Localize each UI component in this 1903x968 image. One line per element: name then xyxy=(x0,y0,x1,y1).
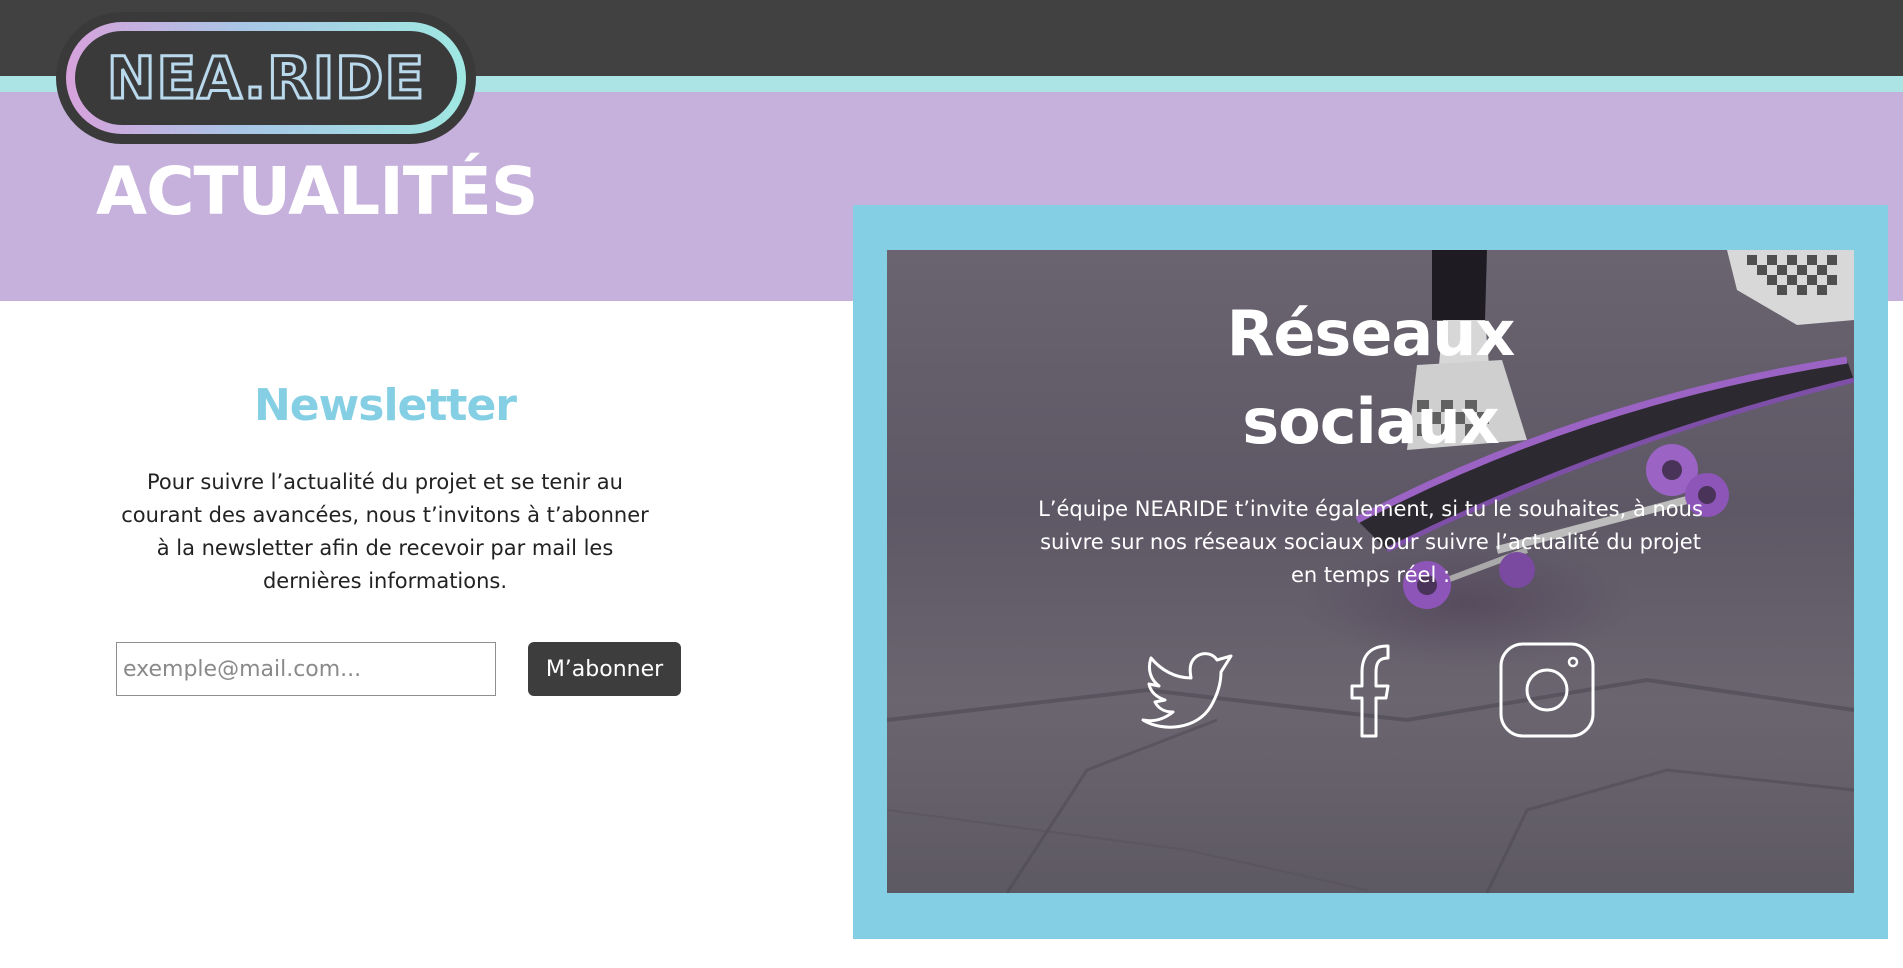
social-content: Réseaux sociaux L’équipe NEARIDE t’invit… xyxy=(887,250,1854,893)
instagram-link[interactable] xyxy=(1497,640,1597,740)
social-section: Réseaux sociaux L’équipe NEARIDE t’invit… xyxy=(853,205,1888,939)
newsletter-form: M’abonner xyxy=(116,642,686,698)
twitter-link[interactable] xyxy=(1137,640,1237,740)
social-title-text: Réseaux sociaux xyxy=(1226,297,1516,458)
facebook-link[interactable] xyxy=(1320,640,1420,740)
newsletter-section: Newsletter Pour suivre l’actualité du pr… xyxy=(110,370,681,696)
page-title: ACTUALITÉS xyxy=(96,153,538,230)
site-logo[interactable]: NEA.RIDE xyxy=(56,12,476,144)
social-description: L’équipe NEARIDE t’invite également, si … xyxy=(1038,497,1703,587)
social-title: Réseaux sociaux xyxy=(887,290,1854,466)
facebook-icon xyxy=(1350,644,1390,738)
newsletter-description: Pour suivre l’actualité du projet et se … xyxy=(121,470,649,593)
logo-gradient-ring: NEA.RIDE xyxy=(66,22,466,134)
page: NEA.RIDE ACTUALITÉS Newsletter Pour suiv… xyxy=(0,0,1903,968)
email-input[interactable] xyxy=(116,642,496,696)
instagram-icon xyxy=(1499,642,1595,738)
twitter-icon xyxy=(1141,652,1233,729)
social-icons xyxy=(887,640,1854,740)
newsletter-title: Newsletter xyxy=(253,380,517,431)
subscribe-button[interactable]: M’abonner xyxy=(528,642,681,696)
logo-core: NEA.RIDE xyxy=(75,31,457,125)
logo-text: NEA.RIDE xyxy=(105,43,426,114)
